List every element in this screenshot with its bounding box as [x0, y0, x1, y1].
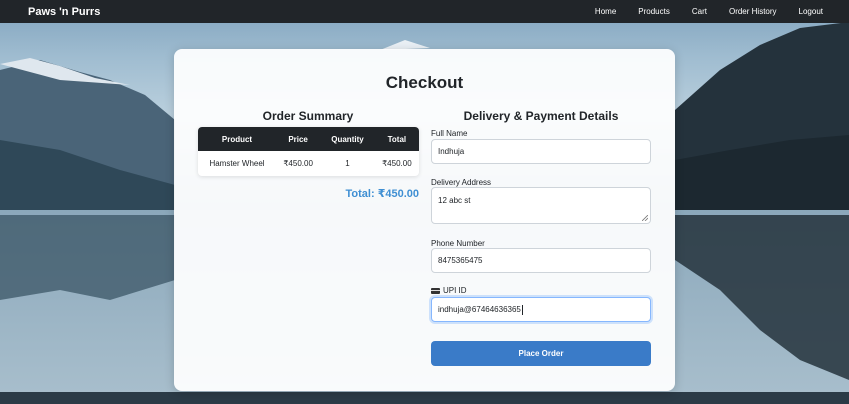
place-order-button[interactable]: Place Order	[431, 341, 651, 366]
order-summary-heading: Order Summary	[262, 109, 354, 123]
cell-quantity: 1	[345, 159, 350, 168]
top-navbar: Paws 'n Purrs Home Products Cart Order H…	[0, 0, 849, 23]
delivery-address-label: Delivery Address	[431, 178, 492, 187]
phone-number-value: 8475365475	[438, 256, 483, 265]
col-price: Price	[288, 134, 308, 144]
table-row: Hamster Wheel ₹450.00 1 ₹450.00	[198, 151, 419, 176]
delivery-address-textarea[interactable]: 12 abc st	[431, 187, 651, 224]
delivery-address-value: 12 abc st	[438, 196, 471, 205]
nav-products[interactable]: Products	[638, 7, 670, 16]
order-summary-table: Product Price Quantity Total Hamster Whe…	[198, 127, 419, 176]
table-header-row: Product Price Quantity Total	[198, 127, 419, 151]
credit-card-icon	[431, 287, 440, 294]
nav-cart[interactable]: Cart	[692, 7, 707, 16]
cell-total: ₹450.00	[382, 159, 412, 168]
resize-handle-icon[interactable]	[642, 215, 648, 221]
full-name-value: Indhuja	[438, 147, 465, 156]
delivery-payment-heading: Delivery & Payment Details	[463, 109, 619, 123]
cell-price: ₹450.00	[283, 159, 313, 168]
upi-id-input[interactable]: indhuja@67464636365	[431, 297, 651, 322]
phone-number-input[interactable]: 8475365475	[431, 248, 651, 273]
phone-number-label: Phone Number	[431, 239, 485, 248]
page-title: Checkout	[385, 73, 464, 92]
text-cursor	[521, 304, 523, 315]
full-name-input[interactable]: Indhuja	[431, 139, 651, 164]
upi-id-label-row: UPI ID	[431, 286, 467, 295]
nav-home[interactable]: Home	[595, 7, 616, 16]
col-total: Total	[387, 134, 407, 144]
col-product: Product	[221, 134, 253, 144]
full-name-label: Full Name	[431, 129, 468, 138]
nav-links: Home Products Cart Order History Logout	[573, 7, 823, 16]
order-total: Total: ₹450.00	[345, 188, 419, 200]
brand-logo[interactable]: Paws 'n Purrs	[28, 6, 100, 18]
upi-id-value: indhuja@67464636365	[438, 305, 521, 314]
col-quantity: Quantity	[331, 134, 364, 144]
checkout-card: Checkout Order Summary Delivery & Paymen…	[174, 49, 675, 391]
upi-id-label: UPI ID	[443, 286, 467, 295]
cell-product: Hamster Wheel	[209, 159, 265, 168]
nav-logout[interactable]: Logout	[799, 7, 823, 16]
nav-order-history[interactable]: Order History	[729, 7, 777, 16]
